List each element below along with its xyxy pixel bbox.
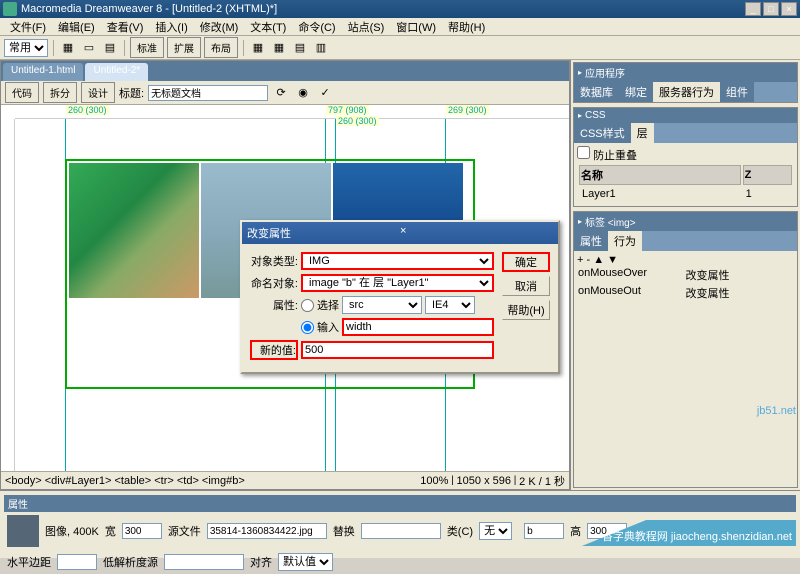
doc-title-input[interactable]	[148, 85, 268, 101]
cancel-button[interactable]: 取消	[502, 276, 550, 296]
right-panels: 应用程序 数据库 绑定 服务器行为 组件 CSS CSS样式 层 防止重叠 名称…	[570, 60, 800, 490]
panel-header[interactable]: 属性	[4, 495, 796, 512]
list-item[interactable]: onMouseOut改变属性	[577, 284, 794, 302]
preview-icon[interactable]: ◉	[294, 84, 312, 102]
tool-btn[interactable]: ▤	[101, 39, 119, 57]
panel-header[interactable]: CSS	[574, 108, 797, 123]
prop-select[interactable]: src	[342, 296, 422, 314]
tag-path[interactable]: <body> <div#Layer1> <table> <tr> <td> <i…	[5, 475, 420, 487]
app-icon	[3, 2, 17, 16]
menubar: 文件(F) 编辑(E) 查看(V) 插入(I) 修改(M) 文本(T) 命令(C…	[0, 18, 800, 36]
watermark: jb51.net	[757, 405, 796, 417]
named-object-select[interactable]: image "b" 在 层 "Layer1"	[301, 274, 494, 292]
prop-input-field[interactable]	[342, 318, 494, 336]
panel-tab[interactable]: 数据库	[574, 82, 619, 102]
menu-insert[interactable]: 插入(I)	[149, 19, 193, 35]
app-panel: 应用程序 数据库 绑定 服务器行为 组件	[573, 62, 798, 103]
statusbar: <body> <div#Layer1> <table> <tr> <td> <i…	[1, 471, 569, 489]
help-button[interactable]: 帮助(H)	[502, 300, 550, 320]
tool-btn[interactable]: ▦	[270, 39, 288, 57]
insert-toolbar: 常用 ▦ ▭ ▤ 标准 扩展 布局 ▦ ▦ ▤ ▥	[0, 36, 800, 60]
check-icon[interactable]: ✓	[316, 84, 334, 102]
behavior-toolbar[interactable]: + - ▲ ▼	[577, 254, 794, 266]
prop-radio-input[interactable]	[301, 321, 314, 334]
minimize-button[interactable]: _	[745, 2, 761, 16]
panel-tab[interactable]: 服务器行为	[653, 82, 720, 102]
list-item[interactable]: onMouseOver改变属性	[577, 266, 794, 284]
tool-btn[interactable]: ▦	[249, 39, 267, 57]
view-design[interactable]: 设计	[81, 82, 115, 103]
tag-panel: 标签 <img> 属性 行为 + - ▲ ▼ onMouseOver改变属性 o…	[573, 211, 798, 488]
titlebar: Macromedia Dreamweaver 8 - [Untitled-2 (…	[0, 0, 800, 18]
id-input[interactable]	[524, 523, 564, 539]
panel-header[interactable]: 应用程序	[574, 63, 797, 82]
tool-btn[interactable]: ▤	[291, 39, 309, 57]
view-split[interactable]: 拆分	[43, 82, 77, 103]
menu-commands[interactable]: 命令(C)	[292, 19, 341, 35]
layout-std[interactable]: 标准	[130, 37, 164, 58]
panel-tab[interactable]: 层	[631, 123, 654, 143]
zoom[interactable]: 100%	[420, 475, 448, 487]
window-buttons: _ □ ×	[745, 2, 797, 16]
tool-btn[interactable]: ▭	[80, 39, 98, 57]
refresh-icon[interactable]: ⟳	[272, 84, 290, 102]
doc-toolbar: 代码 拆分 设计 标题: ⟳ ◉ ✓	[1, 81, 569, 105]
layout-ext[interactable]: 扩展	[167, 37, 201, 58]
align-select[interactable]: 默认值	[278, 553, 333, 571]
layout-lay[interactable]: 布局	[204, 37, 238, 58]
panel-header[interactable]: 标签 <img>	[574, 212, 797, 231]
doc-tab-active[interactable]: Untitled-2*	[85, 63, 148, 81]
checkbox[interactable]	[577, 146, 590, 159]
menu-window[interactable]: 窗口(W)	[390, 19, 442, 35]
change-property-dialog: 改变属性× 对象类型:IMG 命名对象:image "b" 在 层 "Layer…	[240, 220, 560, 374]
ok-button[interactable]: 确定	[502, 252, 550, 272]
tool-btn[interactable]: ▦	[59, 39, 77, 57]
doc-tab[interactable]: Untitled-1.html	[3, 63, 83, 81]
width-input[interactable]	[122, 523, 162, 539]
prop-radio-select[interactable]	[301, 299, 314, 312]
ruler-vertical	[1, 119, 15, 471]
hspace-input[interactable]	[57, 554, 97, 570]
view-code[interactable]: 代码	[5, 82, 39, 103]
dialog-titlebar[interactable]: 改变属性×	[242, 222, 558, 244]
menu-text[interactable]: 文本(T)	[244, 19, 292, 35]
menu-modify[interactable]: 修改(M)	[194, 19, 245, 35]
category-select[interactable]: 常用	[4, 39, 48, 57]
close-icon[interactable]: ×	[400, 225, 553, 241]
css-panel: CSS CSS样式 层 防止重叠 名称Z Layer11	[573, 107, 798, 207]
doc-weight: 2 K / 1 秒	[519, 473, 565, 489]
prevent-overlap[interactable]: 防止重叠	[577, 150, 637, 162]
title-text: Macromedia Dreamweaver 8 - [Untitled-2 (…	[21, 3, 745, 15]
alt-input[interactable]	[361, 523, 441, 539]
browser-select[interactable]: IE4	[425, 296, 475, 314]
panel-tab[interactable]: 绑定	[619, 82, 653, 102]
menu-view[interactable]: 查看(V)	[101, 19, 150, 35]
panel-tab[interactable]: CSS样式	[574, 123, 631, 143]
maximize-button[interactable]: □	[763, 2, 779, 16]
panel-tab[interactable]: 属性	[574, 231, 608, 251]
thumbnail	[7, 515, 39, 547]
doc-size: 1050 x 596	[457, 475, 511, 487]
new-value-input[interactable]	[301, 341, 494, 359]
src-input[interactable]	[207, 523, 327, 539]
close-button[interactable]: ×	[781, 2, 797, 16]
doc-tabs: Untitled-1.html Untitled-2*	[1, 61, 569, 81]
panel-tab[interactable]: 组件	[720, 82, 754, 102]
class-select[interactable]: 无	[479, 522, 512, 540]
menu-file[interactable]: 文件(F)	[4, 19, 52, 35]
tool-btn[interactable]: ▥	[312, 39, 330, 57]
table-row[interactable]: Layer11	[579, 187, 792, 201]
title-label: 标题:	[119, 85, 144, 101]
lowsrc-input[interactable]	[164, 554, 244, 570]
menu-site[interactable]: 站点(S)	[342, 19, 391, 35]
menu-help[interactable]: 帮助(H)	[442, 19, 491, 35]
panel-tab[interactable]: 行为	[608, 231, 642, 251]
object-type-select[interactable]: IMG	[301, 252, 494, 270]
menu-edit[interactable]: 编辑(E)	[52, 19, 101, 35]
image-a[interactable]	[69, 163, 199, 298]
img-type: 图像, 400K	[45, 523, 99, 539]
